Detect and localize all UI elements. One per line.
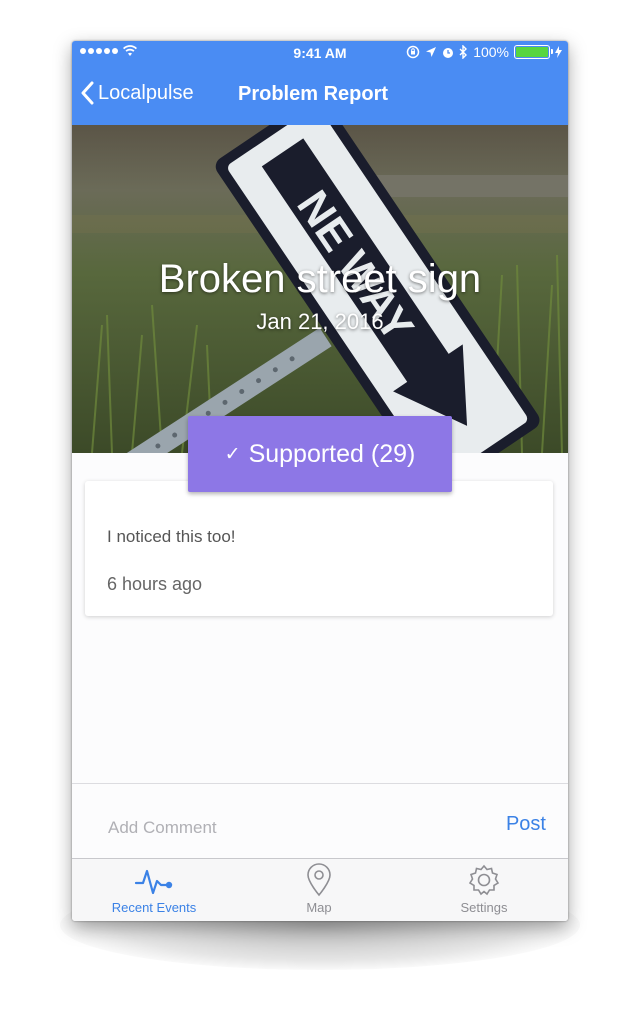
report-hero-image: NE WAY Broken street sign Jan 21, 2016	[72, 125, 568, 453]
bluetooth-icon	[459, 45, 468, 59]
location-arrow-icon	[426, 47, 437, 57]
pulse-icon	[134, 869, 173, 895]
add-comment-input[interactable]	[106, 814, 460, 842]
comment-card: I noticed this too! 6 hours ago	[85, 481, 553, 616]
map-pin-icon	[307, 863, 331, 897]
back-button-label: Localpulse	[98, 81, 194, 104]
navigation-bar: Localpulse Problem Report	[72, 65, 568, 125]
report-date: Jan 21, 2016	[256, 309, 384, 334]
gear-icon	[468, 864, 500, 896]
supported-button-label: Supported (29)	[248, 439, 416, 468]
tab-map[interactable]: Map	[264, 863, 374, 915]
tab-label: Recent Events	[111, 900, 197, 915]
status-bar: 9:41 AM 100%	[72, 41, 568, 65]
charging-bolt-icon	[555, 46, 562, 58]
tab-label: Settings	[460, 900, 508, 915]
battery-icon	[514, 45, 553, 59]
battery-percent: 100%	[473, 44, 509, 60]
tab-recent-events[interactable]: Recent Events	[99, 863, 209, 915]
report-title: Broken street sign	[158, 257, 482, 301]
chevron-left-icon	[81, 81, 94, 105]
checkmark-icon: ✓	[224, 443, 241, 465]
tab-bar: Recent Events Map Settings	[72, 858, 568, 921]
comment-text: I noticed this too!	[107, 527, 236, 546]
supported-button[interactable]: ✓ Supported (29)	[188, 416, 452, 492]
rotation-lock-icon	[406, 45, 420, 59]
post-button[interactable]: Post	[506, 813, 546, 836]
tab-label: Map	[306, 900, 332, 915]
alarm-icon	[443, 47, 454, 58]
back-button[interactable]: Localpulse	[80, 81, 194, 105]
comment-timestamp: 6 hours ago	[107, 574, 203, 594]
add-comment-bar: Post	[72, 783, 568, 859]
phone-screen: 9:41 AM 100% Localpulse Problem Report N…	[72, 41, 568, 921]
status-right: 100%	[406, 44, 562, 60]
tab-settings[interactable]: Settings	[429, 863, 539, 915]
page-title: Problem Report	[238, 83, 389, 105]
